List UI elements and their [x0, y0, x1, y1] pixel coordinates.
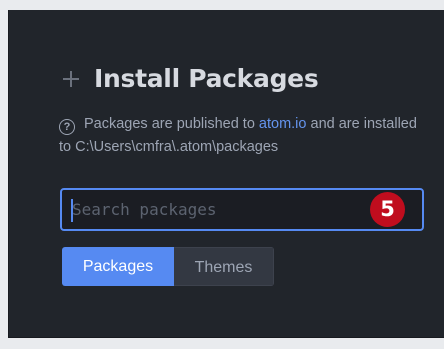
info-text-before: Packages are published to — [84, 116, 259, 132]
atom-io-link[interactable]: atom.io — [259, 116, 307, 132]
section-header: Install Packages — [60, 60, 319, 96]
search-input[interactable] — [70, 190, 342, 229]
search-box[interactable]: 5 — [60, 188, 424, 231]
window-frame: Install Packages ? Packages are published… — [0, 0, 444, 349]
tab-themes[interactable]: Themes — [174, 247, 274, 286]
info-text: ? Packages are published to atom.io and a… — [59, 113, 429, 159]
tab-packages[interactable]: Packages — [62, 247, 174, 286]
step-badge: 5 — [370, 192, 405, 227]
install-packages-panel: Install Packages ? Packages are published… — [8, 10, 444, 338]
page-title: Install Packages — [94, 63, 319, 93]
package-type-tabs: Packages Themes — [62, 247, 274, 286]
plus-icon — [60, 60, 84, 96]
question-circle-icon: ? — [59, 119, 75, 135]
